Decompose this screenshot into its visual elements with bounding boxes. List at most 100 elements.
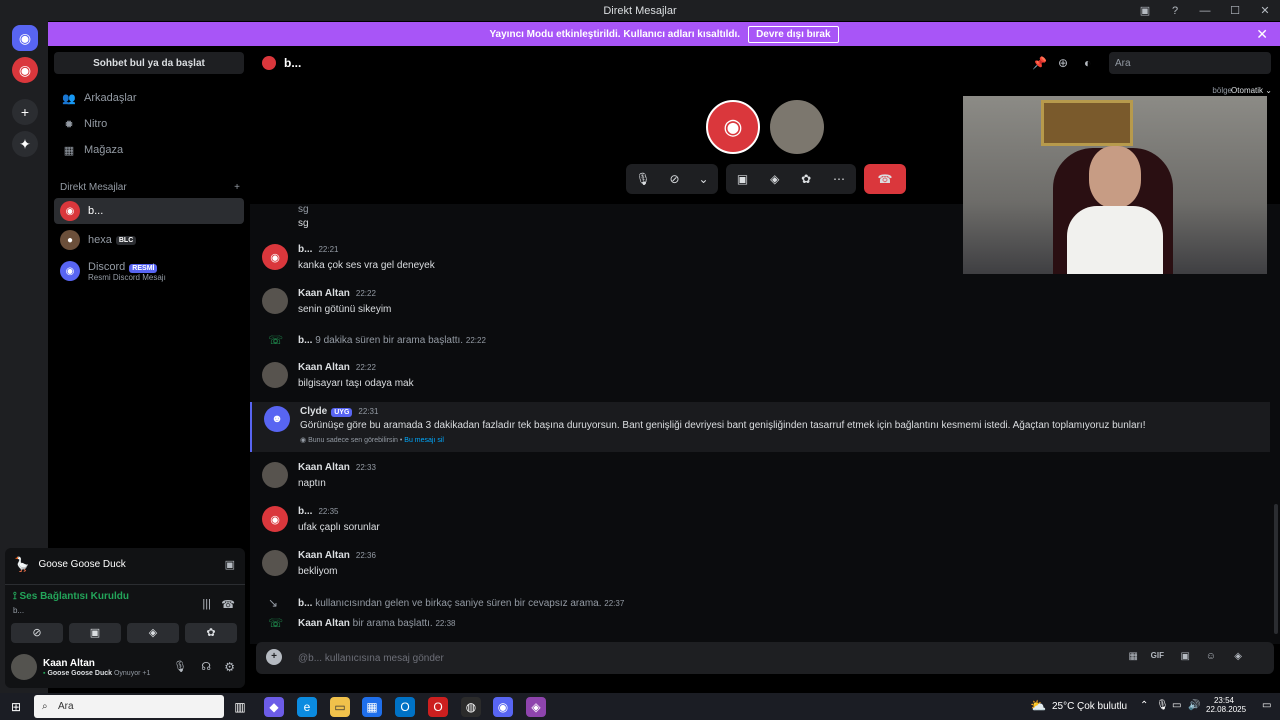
sticker-icon[interactable]: ▣ [1181,651,1190,662]
message-author[interactable]: Kaan Altan 22:33 [298,462,376,473]
dm-item-discord[interactable]: ◉ Discord RESMİ Resmi Discord Mesajı [54,256,244,286]
message-author[interactable]: Kaan Altan 22:36 [298,550,376,561]
avatar[interactable]: ◉ [262,506,288,532]
voice-status[interactable]: ⟟ Ses Bağlantısı Kuruldu [13,591,129,602]
scrollbar[interactable] [1274,504,1278,634]
message-author[interactable]: b... 22:35 [298,506,338,517]
dm-notification-icon[interactable]: ◉ [12,57,38,83]
activity-button[interactable]: ◈ [127,623,179,643]
headset-icon[interactable]: ☊ [201,660,211,673]
missed-call-icon: ↘ [268,596,279,610]
microphone-icon[interactable]: 🎙 [635,172,650,186]
apps-icon[interactable]: ◈ [1234,651,1242,662]
phone-icon: ☏ [268,333,284,347]
explore-icon[interactable]: ✦ [12,131,38,157]
avatar[interactable] [262,550,288,576]
maximize-button[interactable]: ☐ [1220,4,1250,17]
settings-gear-icon[interactable]: ⚙ [224,660,235,674]
search-input[interactable]: Ara [1109,52,1271,74]
more-icon[interactable]: ⋯ [833,172,845,186]
screen-share-icon[interactable]: ▣ [737,172,748,186]
call-actions[interactable]: ▣ ◈ ✿ ⋯ [726,164,856,194]
sidebar-item-friends[interactable]: 👥 Arkadaşlar [54,86,244,110]
message-author[interactable]: Kaan Altan 22:22 [298,362,376,373]
app-icon[interactable]: ◈ [526,697,546,717]
mic-control[interactable]: 🎙 ⊘ ⌄ [626,164,718,194]
pin-icon[interactable]: 📌 [1032,56,1047,70]
add-attachment-icon[interactable]: + [266,649,282,665]
task-view-icon[interactable]: ▥ [230,697,250,717]
window-titlebar: Direkt Mesajlar ▣ ? — ☐ ✕ [0,0,1280,21]
add-server-icon[interactable]: + [12,99,38,125]
weather-desc[interactable]: Çok bulutlu [1077,701,1127,712]
create-dm-icon[interactable]: + [234,182,240,193]
microphone-icon[interactable]: 🎙 [173,660,187,673]
list-item: Kaan Altan 22:36 bekliyom [250,550,1270,584]
camera-off-icon[interactable]: ⊘ [670,172,680,186]
avatar[interactable] [262,362,288,388]
end-call-button[interactable]: ☎ [864,164,906,194]
gif-icon[interactable]: GIF [1151,651,1164,660]
share-screen-button[interactable]: ▣ [69,623,121,643]
soundboard-icon[interactable]: ✿ [801,172,811,186]
avatar[interactable] [262,462,288,488]
volume-icon[interactable]: 🔊 [1188,700,1200,711]
delete-message-link[interactable]: Bu mesajı sil [404,437,444,444]
microphone-icon[interactable]: 🎙 [1156,700,1169,711]
file-explorer-icon[interactable]: ▭ [330,697,350,717]
message-author[interactable]: Clyde UYG 22:31 [300,406,378,417]
close-icon[interactable]: ✕ [1256,26,1268,43]
discord-taskbar-icon[interactable]: ◉ [493,697,513,717]
call-participant-kaan[interactable] [770,100,824,154]
message-input[interactable]: @b... kullanıcısına mesaj gönder [298,653,444,664]
edge-icon[interactable]: e [297,697,317,717]
chrome-icon[interactable]: ◍ [461,697,481,717]
message-author[interactable]: Kaan Altan 22:22 [298,288,376,299]
message-author[interactable]: b... 22:21 [298,244,338,255]
weather-icon[interactable]: ⛅ [1030,698,1046,714]
chevron-down-icon[interactable]: ⌄ [698,172,708,186]
clock[interactable]: 23:54 22.08.2025 [1206,696,1246,714]
dm-item-b[interactable]: ◉ b... [54,198,244,224]
avatar[interactable]: ◉ [262,244,288,270]
minimize-button[interactable]: — [1190,5,1220,17]
network-icon[interactable]: ▭ [1172,700,1181,711]
phone-icon: ☏ [268,616,284,630]
chevron-up-icon[interactable]: ⌃ [1140,700,1148,711]
avatar[interactable] [262,288,288,314]
dm-item-hexa[interactable]: ● hexa BLC [54,227,244,253]
help-icon[interactable]: ? [1160,5,1190,17]
voice-channel-name[interactable]: b... [13,606,24,615]
call-participant-b[interactable]: ◉ [706,100,760,154]
add-friends-icon[interactable]: ⊕ [1058,56,1068,70]
store-icon[interactable]: ▦ [362,697,382,717]
screen-share-icon[interactable]: ▣ [225,558,235,571]
gift-icon[interactable]: ▦ [1129,651,1138,662]
sidebar-item-nitro[interactable]: ✹ Nitro [54,112,244,136]
avatar[interactable] [11,654,37,680]
region-select[interactable]: Otomatik ⌄ [1231,86,1272,95]
copilot-icon[interactable]: ◆ [264,697,284,717]
user-profile-icon[interactable]: ◐ [1084,56,1091,70]
notification-icon[interactable]: ▭ [1262,700,1271,711]
clyde-avatar[interactable]: ☻ [264,406,290,432]
discord-home-icon[interactable]: ◉ [12,25,38,51]
outlook-icon[interactable]: O [395,697,415,717]
inbox-icon[interactable]: ▣ [1130,4,1160,17]
opera-icon[interactable]: O [428,697,448,717]
camera-off-button[interactable]: ⊘ [11,623,63,643]
weather-temp[interactable]: 25°C [1052,701,1074,712]
activity-icon[interactable]: ◈ [770,172,779,186]
noise-suppression-icon[interactable]: ||| [202,598,211,610]
sidebar-item-shop[interactable]: ▦ Mağaza [54,138,244,162]
find-conversation-button[interactable]: Sohbet bul ya da başlat [54,52,244,74]
close-window-button[interactable]: ✕ [1250,4,1280,17]
soundboard-button[interactable]: ✿ [185,623,237,643]
user-name[interactable]: Kaan Altan [43,658,95,669]
emoji-icon[interactable]: ☺ [1206,651,1216,662]
windows-start-icon[interactable]: ⊞ [6,697,26,717]
disconnect-icon[interactable]: ☎ [221,598,235,611]
taskbar-search-input[interactable]: ⌕ Ara [34,695,224,718]
message-composer[interactable]: + @b... kullanıcısına mesaj gönder ▦ GIF… [256,642,1274,674]
disable-streamer-mode-button[interactable]: Devre dışı bırak [748,25,839,43]
